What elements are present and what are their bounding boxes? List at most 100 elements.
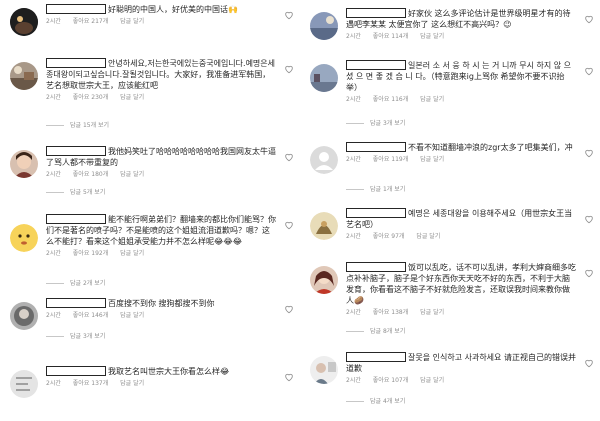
comment-time: 2시간	[346, 96, 361, 103]
comment-text: 百度搜不到你 搜狗都搜不到你	[108, 299, 215, 308]
comment-item: 好家伙 这么多评论估计是世界级明星才有的待遇吧李某某 太便宜你了 这么想红不高兴…	[304, 8, 596, 52]
comments-column-right: 好家伙 这么多评论估计是世界级明星才有的待遇吧李某某 太便宜你了 这么想红不高兴…	[304, 0, 596, 421]
like-count[interactable]: 좋아요 116개	[373, 96, 408, 103]
like-count[interactable]: 좋아요 217개	[73, 18, 108, 25]
reply-button[interactable]: 답글 달기	[420, 309, 444, 316]
username-redacted[interactable]	[346, 262, 406, 272]
reply-button[interactable]: 답글 달기	[416, 233, 440, 240]
avatar[interactable]	[10, 302, 38, 330]
avatar[interactable]	[10, 8, 38, 36]
comment-item: 不看不知道翻墙冲浪的zgr太多了吧集美们，冲 2시간 좋아요 119개 답글 달…	[304, 142, 596, 200]
like-count[interactable]: 좋아요 107개	[373, 377, 408, 384]
avatar[interactable]	[310, 212, 338, 240]
comment-text: 不看不知道翻墙冲浪的zgr太多了吧集美们，冲	[408, 143, 573, 152]
avatar[interactable]	[310, 356, 338, 384]
view-replies-link[interactable]: 답글 3개 보기	[346, 120, 405, 128]
comment-meta: 2시간 좋아요 180개 답글 달기	[46, 171, 276, 179]
avatar[interactable]	[10, 370, 38, 398]
comment-time: 2시간	[46, 250, 61, 257]
username-redacted[interactable]	[46, 58, 106, 68]
comment-time: 2시간	[46, 171, 61, 178]
reply-button[interactable]: 답글 달기	[420, 377, 444, 384]
avatar[interactable]	[10, 150, 38, 178]
view-replies-link[interactable]: 답글 8개 보기	[346, 328, 405, 336]
reply-button[interactable]: 답글 달기	[120, 171, 144, 178]
reply-button[interactable]: 답글 달기	[120, 18, 144, 25]
comment-meta: 2시간 좋아요 119개 답글 달기	[346, 156, 576, 164]
comment-time: 2시간	[346, 309, 361, 316]
view-replies-link[interactable]: 답글 1개 보기	[346, 186, 405, 194]
comment-meta: 2시간 좋아요 138개 답글 달기	[346, 309, 576, 317]
view-replies-link[interactable]: 답글 5개 보기	[46, 189, 105, 197]
comment-text: 好聪明的中国人，好优美的中国话🙌	[108, 5, 238, 14]
view-replies-link[interactable]: 답글 4개 보기	[346, 398, 405, 406]
like-count[interactable]: 좋아요 137개	[73, 380, 108, 387]
comment-item: 예명은 세종대왕을 이용해주세요（用世宗女王当艺名吧） 2시간 좋아요 97개 …	[304, 208, 596, 258]
heart-icon[interactable]	[284, 10, 294, 20]
reply-button[interactable]: 답글 달기	[420, 156, 444, 163]
view-replies-link[interactable]: 답글 3개 보기	[46, 333, 105, 341]
heart-icon[interactable]	[284, 220, 294, 230]
avatar[interactable]	[310, 64, 338, 92]
avatar[interactable]	[310, 266, 338, 294]
comment-meta: 2시간 좋아요 107개 답글 달기	[346, 377, 576, 385]
username-redacted[interactable]	[346, 142, 406, 152]
username-redacted[interactable]	[46, 298, 106, 308]
reply-button[interactable]: 답글 달기	[420, 33, 444, 40]
reply-divider	[46, 192, 64, 193]
username-redacted[interactable]	[346, 60, 406, 70]
like-count[interactable]: 좋아요 119개	[373, 156, 408, 163]
heart-icon[interactable]	[284, 64, 294, 74]
like-count[interactable]: 좋아요 138개	[373, 309, 408, 316]
comment-time: 2시간	[46, 18, 61, 25]
avatar[interactable]	[310, 146, 338, 174]
username-redacted[interactable]	[46, 4, 106, 14]
comment-time: 2시간	[46, 380, 61, 387]
heart-icon[interactable]	[584, 358, 594, 368]
heart-icon[interactable]	[284, 372, 294, 382]
like-count[interactable]: 좋아요 146개	[73, 312, 108, 319]
comment-item: 안녕하세요,저는한국에있는중국에입니다.예명은세종대왕이되고싶습니다.잘될것입니…	[4, 58, 296, 148]
like-count[interactable]: 좋아요 97개	[373, 233, 405, 240]
comment-item: 能不能行啊弟弟们？翻墙来的都比你们能骂？你们不是著名的喷子吗？不是能喷的这个姐姐…	[4, 214, 296, 294]
reply-button[interactable]: 답글 달기	[120, 312, 144, 319]
comment-meta: 2시간 좋아요 192개 답글 달기	[46, 250, 276, 258]
reply-button[interactable]: 답글 달기	[120, 94, 144, 101]
comment-meta: 2시간 좋아요 217개 답글 달기	[46, 18, 276, 26]
avatar[interactable]	[10, 224, 38, 252]
heart-icon[interactable]	[284, 304, 294, 314]
like-count[interactable]: 좋아요 192개	[73, 250, 108, 257]
like-count[interactable]: 좋아요 230개	[73, 94, 108, 101]
comment-meta: 2시간 좋아요 97개 답글 달기	[346, 233, 576, 241]
reply-button[interactable]: 답글 달기	[120, 380, 144, 387]
view-replies-link[interactable]: 답글 15개 보기	[46, 122, 109, 130]
reply-divider	[346, 331, 364, 332]
username-redacted[interactable]	[46, 366, 106, 376]
heart-icon[interactable]	[584, 214, 594, 224]
view-replies-link[interactable]: 답글 2개 보기	[46, 280, 105, 288]
username-redacted[interactable]	[346, 352, 406, 362]
reply-button[interactable]: 답글 달기	[120, 250, 144, 257]
like-count[interactable]: 좋아요 114개	[373, 33, 408, 40]
username-redacted[interactable]	[46, 214, 106, 224]
reply-divider	[46, 336, 64, 337]
comment-meta: 2시간 좋아요 114개 답글 달기	[346, 33, 576, 41]
reply-divider	[346, 401, 364, 402]
reply-divider	[46, 283, 64, 284]
avatar[interactable]	[10, 62, 38, 90]
reply-button[interactable]: 답글 달기	[420, 96, 444, 103]
reply-divider	[346, 123, 364, 124]
comment-time: 2시간	[346, 156, 361, 163]
heart-icon[interactable]	[584, 14, 594, 24]
heart-icon[interactable]	[284, 152, 294, 162]
comment-time: 2시간	[46, 312, 61, 319]
username-redacted[interactable]	[346, 208, 406, 218]
heart-icon[interactable]	[584, 148, 594, 158]
comment-item: 好聪明的中国人，好优美的中国话🙌 2시간 좋아요 217개 답글 달기	[4, 4, 296, 48]
heart-icon[interactable]	[584, 268, 594, 278]
username-redacted[interactable]	[346, 8, 406, 18]
username-redacted[interactable]	[46, 146, 106, 156]
avatar[interactable]	[310, 12, 338, 40]
heart-icon[interactable]	[584, 66, 594, 76]
like-count[interactable]: 좋아요 180개	[73, 171, 108, 178]
